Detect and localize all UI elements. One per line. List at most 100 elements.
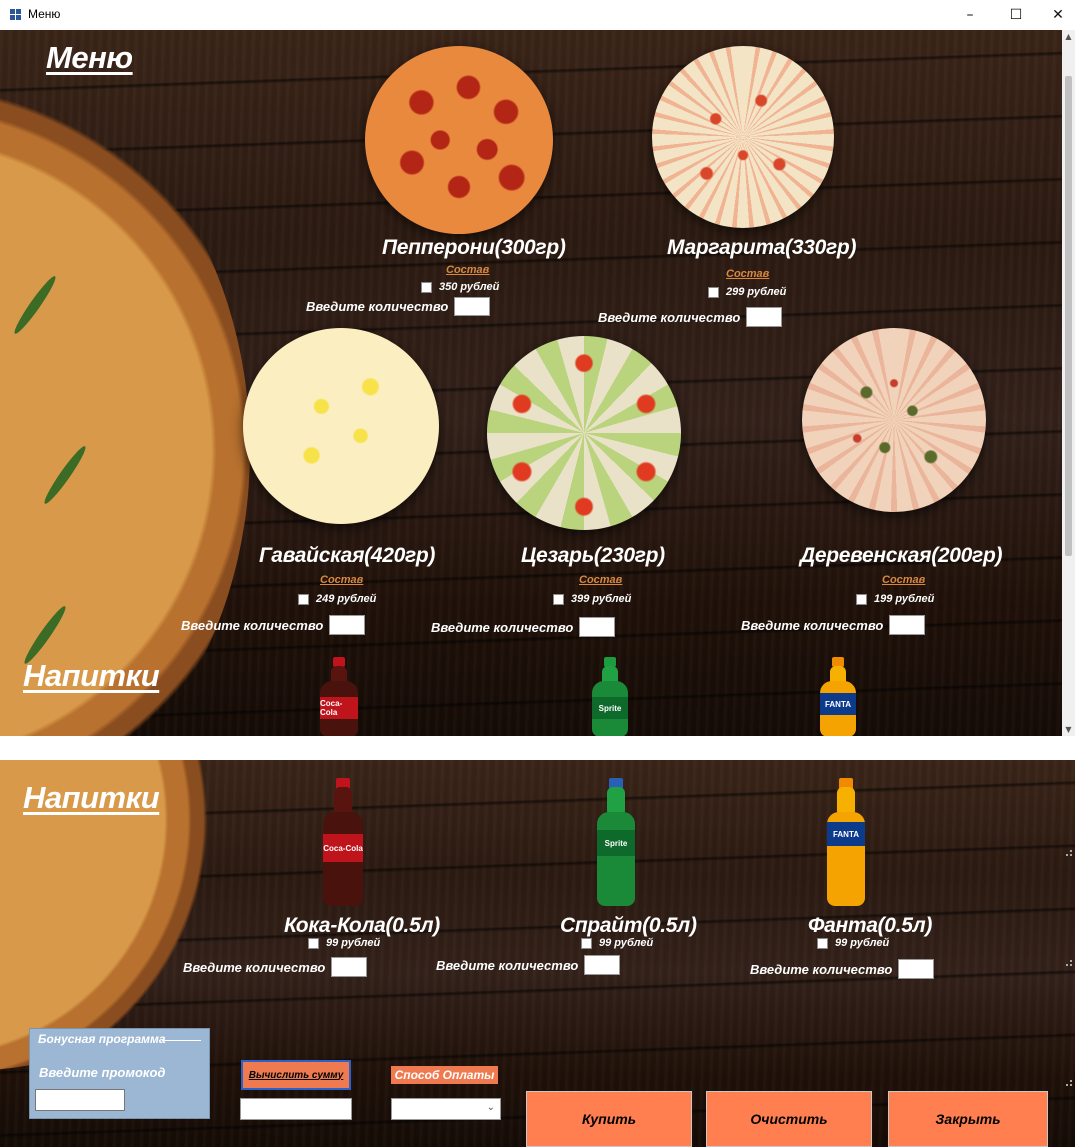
payment-method-label: Способ Оплаты xyxy=(391,1066,498,1084)
buy-button[interactable]: Купить xyxy=(526,1091,692,1147)
cola-bottle-image: Coca-Cola xyxy=(323,778,363,906)
drink-cola-qty-label: Введите количество xyxy=(183,959,326,975)
pizza-pepperoni-title: Пепперони(300гр) xyxy=(382,236,566,259)
pizza-margarita-price-row: 299 рублей xyxy=(708,286,786,298)
pizza-hawaiian-qty-row: Введите количество xyxy=(181,615,366,635)
drink-cola-qty-row: Введите количество xyxy=(183,957,368,977)
pizza-pepperoni-qty-input[interactable] xyxy=(454,297,491,316)
drink-cola-qty-input[interactable] xyxy=(331,957,368,977)
pizza-margarita-price: 299 рублей xyxy=(726,286,787,298)
pizza-village-qty-input[interactable] xyxy=(889,615,926,635)
scroll-down-icon[interactable]: ▼ xyxy=(1062,723,1075,736)
pizza-margarita-qty-row: Введите количество xyxy=(598,307,783,327)
pizza-caesar-title: Цезарь(230гр) xyxy=(521,544,665,567)
pizza-village-image xyxy=(802,328,986,512)
pizza-caesar-qty-label: Введите количество xyxy=(431,619,574,635)
drink-sprite-title: Спрайт(0.5л) xyxy=(560,914,697,937)
total-sum-field[interactable] xyxy=(240,1098,352,1120)
pizza-margarita-qty-input[interactable] xyxy=(746,307,783,327)
close-window-button[interactable]: ✕ xyxy=(1035,0,1075,30)
chevron-down-icon: ⌄ xyxy=(486,1102,495,1113)
drink-fanta-checkbox[interactable] xyxy=(817,937,828,949)
pizza-village-price-row: 199 рублей xyxy=(856,593,934,605)
pizza-margarita-checkbox[interactable] xyxy=(708,286,719,298)
minimize-button[interactable]: – xyxy=(947,0,993,30)
scroll-up-icon[interactable]: ▲ xyxy=(1062,30,1075,43)
resize-grip-icon xyxy=(1066,850,1072,856)
drink-cola-price-row: 99 рублей xyxy=(308,937,380,949)
pizza-pepperoni-price: 350 рублей xyxy=(439,281,500,293)
fanta-bottle-preview: FANTA xyxy=(820,657,856,736)
payment-method-select[interactable]: ⌄ xyxy=(391,1098,501,1120)
close-button[interactable]: Закрыть xyxy=(888,1091,1048,1147)
window-title: Меню xyxy=(28,7,61,21)
drink-fanta-price-row: 99 рублей xyxy=(817,937,889,949)
drink-fanta-title: Фанта(0.5л) xyxy=(808,914,933,937)
menu-panel: Меню Пепперони(300гр) Состав 350 рублей … xyxy=(0,30,1062,736)
resize-grip-icon xyxy=(1066,960,1072,966)
pizza-caesar-image xyxy=(487,336,681,530)
pizza-caesar-checkbox[interactable] xyxy=(553,593,564,605)
promo-code-input[interactable] xyxy=(35,1089,125,1111)
pizza-caesar-qty-row: Введите количество xyxy=(431,617,616,637)
pizza-hawaiian-composition-link[interactable]: Состав xyxy=(320,574,363,586)
drinks-title: Напитки xyxy=(23,780,160,815)
pizza-village-composition-link[interactable]: Состав xyxy=(882,574,925,586)
pizza-margarita-qty-label: Введите количество xyxy=(598,309,741,325)
pizza-village-qty-row: Введите количество xyxy=(741,615,926,635)
drink-sprite-price: 99 рублей xyxy=(599,937,654,949)
drink-cola-title: Кока-Кола(0.5л) xyxy=(284,914,440,937)
app-icon xyxy=(10,9,22,21)
sprite-bottle-preview: Sprite xyxy=(592,657,628,736)
pizza-pepperoni-qty-row: Введите количество xyxy=(306,297,491,316)
pizza-hawaiian-qty-label: Введите количество xyxy=(181,617,324,633)
pizza-hawaiian-checkbox[interactable] xyxy=(298,593,309,605)
pizza-caesar-composition-link[interactable]: Состав xyxy=(579,574,622,586)
pizza-caesar-price-row: 399 рублей xyxy=(553,593,631,605)
drink-sprite-qty-row: Введите количество xyxy=(436,955,621,975)
pizza-village-title: Деревенская(200гр) xyxy=(800,544,1003,567)
bonus-program-group: Бонусная программа Введите промокод xyxy=(29,1028,210,1119)
pizza-village-checkbox[interactable] xyxy=(856,593,867,605)
pizza-hawaiian-qty-input[interactable] xyxy=(329,615,366,635)
pizza-hawaiian-image xyxy=(243,328,439,524)
window-titlebar: Меню – ☐ ✕ xyxy=(0,0,1075,30)
scrollbar-thumb[interactable] xyxy=(1065,76,1072,556)
sprite-bottle-image: Sprite xyxy=(597,778,635,906)
vertical-scrollbar[interactable]: ▲ ▼ xyxy=(1062,30,1075,736)
pizza-margarita-image xyxy=(652,46,834,228)
maximize-button[interactable]: ☐ xyxy=(993,0,1039,30)
drink-sprite-price-row: 99 рублей xyxy=(581,937,653,949)
cola-bottle-preview: Coca-Cola xyxy=(320,657,358,736)
pizza-pepperoni-image xyxy=(365,46,553,234)
pizza-pepperoni-qty-label: Введите количество xyxy=(306,299,449,314)
menu-title: Меню xyxy=(46,40,133,75)
drink-sprite-checkbox[interactable] xyxy=(581,937,592,949)
fanta-bottle-image: FANTA xyxy=(827,778,865,906)
drink-sprite-qty-label: Введите количество xyxy=(436,957,579,973)
drinks-title-preview: Напитки xyxy=(23,658,160,693)
pizza-hawaiian-price-row: 249 рублей xyxy=(298,593,376,605)
drink-sprite-qty-input[interactable] xyxy=(584,955,621,975)
drink-cola-price: 99 рублей xyxy=(326,937,381,949)
drink-fanta-qty-label: Введите количество xyxy=(750,961,893,977)
pizza-margarita-title: Маргарита(330гр) xyxy=(667,236,857,259)
pizza-pepperoni-composition-link[interactable]: Состав xyxy=(446,264,489,276)
drink-fanta-qty-row: Введите количество xyxy=(750,959,935,979)
clear-button[interactable]: Очистить xyxy=(706,1091,872,1147)
pizza-margarita-composition-link[interactable]: Состав xyxy=(726,268,769,280)
screenshot-divider xyxy=(0,736,1075,760)
pizza-caesar-qty-input[interactable] xyxy=(579,617,616,637)
drink-cola-checkbox[interactable] xyxy=(308,937,319,949)
pizza-hawaiian-price: 249 рублей xyxy=(316,593,377,605)
promo-code-label: Введите промокод xyxy=(39,1065,166,1080)
pizza-hawaiian-title: Гавайская(420гр) xyxy=(259,544,436,567)
pizza-village-qty-label: Введите количество xyxy=(741,617,884,633)
resize-grip-icon xyxy=(1066,1080,1072,1086)
bonus-program-legend: Бонусная программа xyxy=(38,1032,166,1046)
calculate-sum-button[interactable]: Вычислить сумму xyxy=(241,1060,351,1090)
pizza-village-price: 199 рублей xyxy=(874,593,935,605)
pizza-pepperoni-price-row: 350 рублей xyxy=(421,281,499,293)
pizza-pepperoni-checkbox[interactable] xyxy=(421,281,432,293)
drink-fanta-qty-input[interactable] xyxy=(898,959,935,979)
